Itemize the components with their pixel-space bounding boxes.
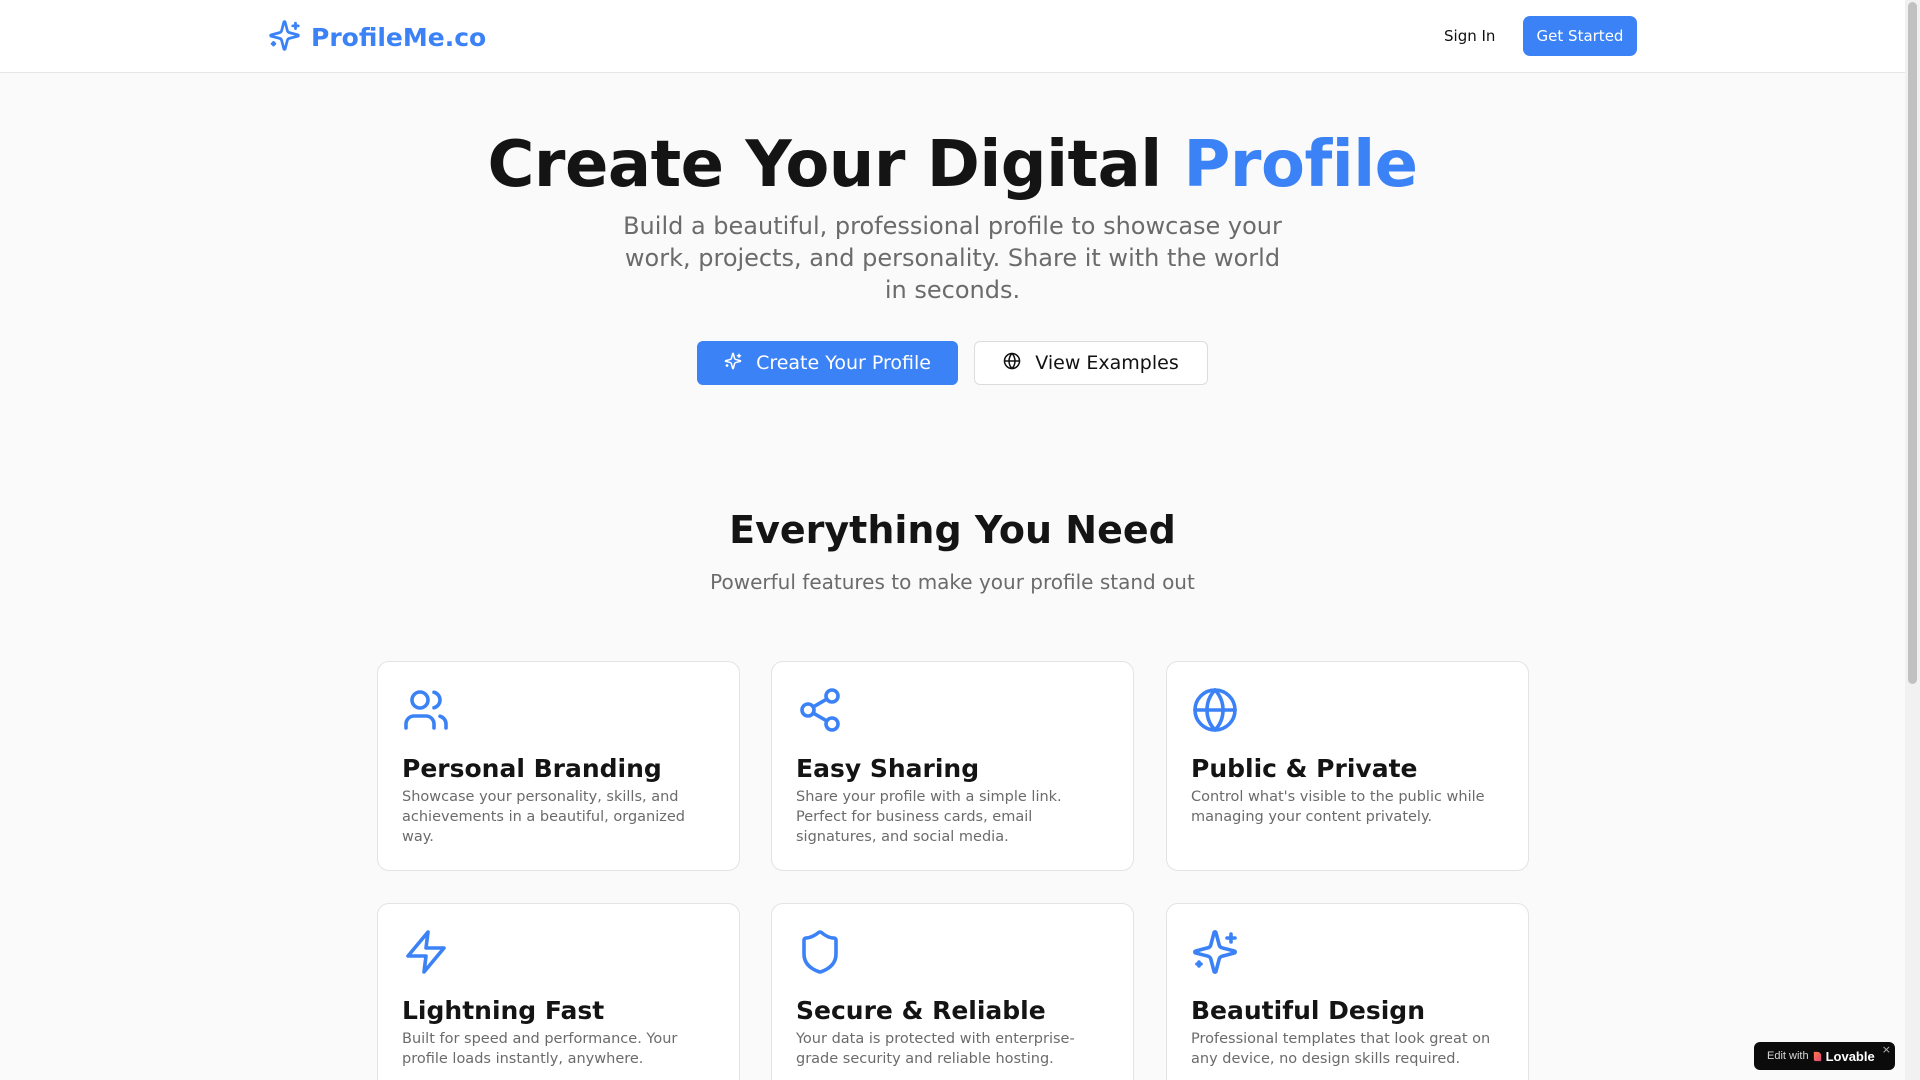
features-subtitle: Powerful features to make your profile s…	[710, 570, 1195, 594]
globe-icon	[1003, 352, 1021, 375]
sparkles-icon	[724, 352, 742, 375]
feature-title: Personal Branding	[402, 754, 662, 783]
brand-logo-link[interactable]: ProfileMe.co	[268, 19, 486, 56]
create-profile-button[interactable]: Create Your Profile	[697, 341, 958, 385]
feature-card-beautiful-design: Beautiful Design Professional templates …	[1166, 903, 1529, 1080]
hero-subtitle: Build a beautiful, professional profile …	[623, 212, 1282, 304]
create-profile-label: Create Your Profile	[756, 352, 931, 374]
share-icon	[796, 686, 844, 734]
badge-edit-text: Edit with	[1767, 1050, 1809, 1062]
badge-brand-text: Lovable	[1825, 1048, 1875, 1064]
view-examples-button[interactable]: View Examples	[974, 341, 1208, 385]
features-title: Everything You Need	[729, 508, 1176, 552]
feature-card-personal-branding: Personal Branding Showcase your personal…	[377, 661, 740, 871]
feature-description: Your data is protected with enterprise-g…	[796, 1031, 1075, 1067]
lightning-icon	[402, 928, 450, 976]
feature-description: Showcase your personality, skills, and a…	[402, 789, 685, 845]
feature-card-lightning-fast: Lightning Fast Built for speed and perfo…	[377, 903, 740, 1080]
feature-title: Lightning Fast	[402, 996, 605, 1025]
scrollbar-thumb[interactable]	[1908, 2, 1917, 684]
sparkles-icon	[268, 19, 301, 56]
brand-name: ProfileMe.co	[311, 23, 487, 52]
hero-title-main: Create Your Digital	[487, 128, 1184, 202]
globe-icon	[1191, 686, 1239, 734]
feature-card-public-private: Public & Private Control what's visible …	[1166, 661, 1529, 871]
feature-description: Control what's visible to the public whi…	[1191, 789, 1485, 825]
feature-card-secure-reliable: Secure & Reliable Your data is protected…	[771, 903, 1134, 1080]
sparkles-icon	[1191, 928, 1239, 976]
shield-icon	[796, 928, 844, 976]
top-nav: ProfileMe.co Sign In Get Started	[0, 0, 1905, 73]
users-icon	[402, 686, 450, 734]
view-examples-label: View Examples	[1035, 352, 1179, 374]
feature-title: Secure & Reliable	[796, 996, 1046, 1025]
lovable-heart-icon	[1813, 1051, 1821, 1061]
page: ProfileMe.co Sign In Get Started Create …	[0, 0, 1905, 1080]
feature-description: Built for speed and performance. Your pr…	[402, 1031, 678, 1067]
feature-title: Easy Sharing	[796, 754, 980, 783]
page-scrollbar[interactable]	[1905, 0, 1920, 1080]
feature-title: Public & Private	[1191, 754, 1418, 783]
feature-title: Beautiful Design	[1191, 996, 1425, 1025]
hero-title-accent: Profile	[1183, 128, 1419, 202]
hero-title: Create Your Digital Profile	[0, 128, 1905, 202]
edit-with-lovable-badge[interactable]: Edit with Lovable ×	[1754, 1042, 1895, 1070]
badge-close-icon[interactable]: ×	[1882, 1043, 1891, 1056]
get-started-button[interactable]: Get Started	[1523, 16, 1637, 56]
feature-description: Share your profile with a simple link. P…	[796, 789, 1062, 845]
feature-card-easy-sharing: Easy Sharing Share your profile with a s…	[771, 661, 1134, 871]
sign-in-button[interactable]: Sign In	[1430, 22, 1509, 50]
feature-description: Professional templates that look great o…	[1191, 1031, 1491, 1067]
